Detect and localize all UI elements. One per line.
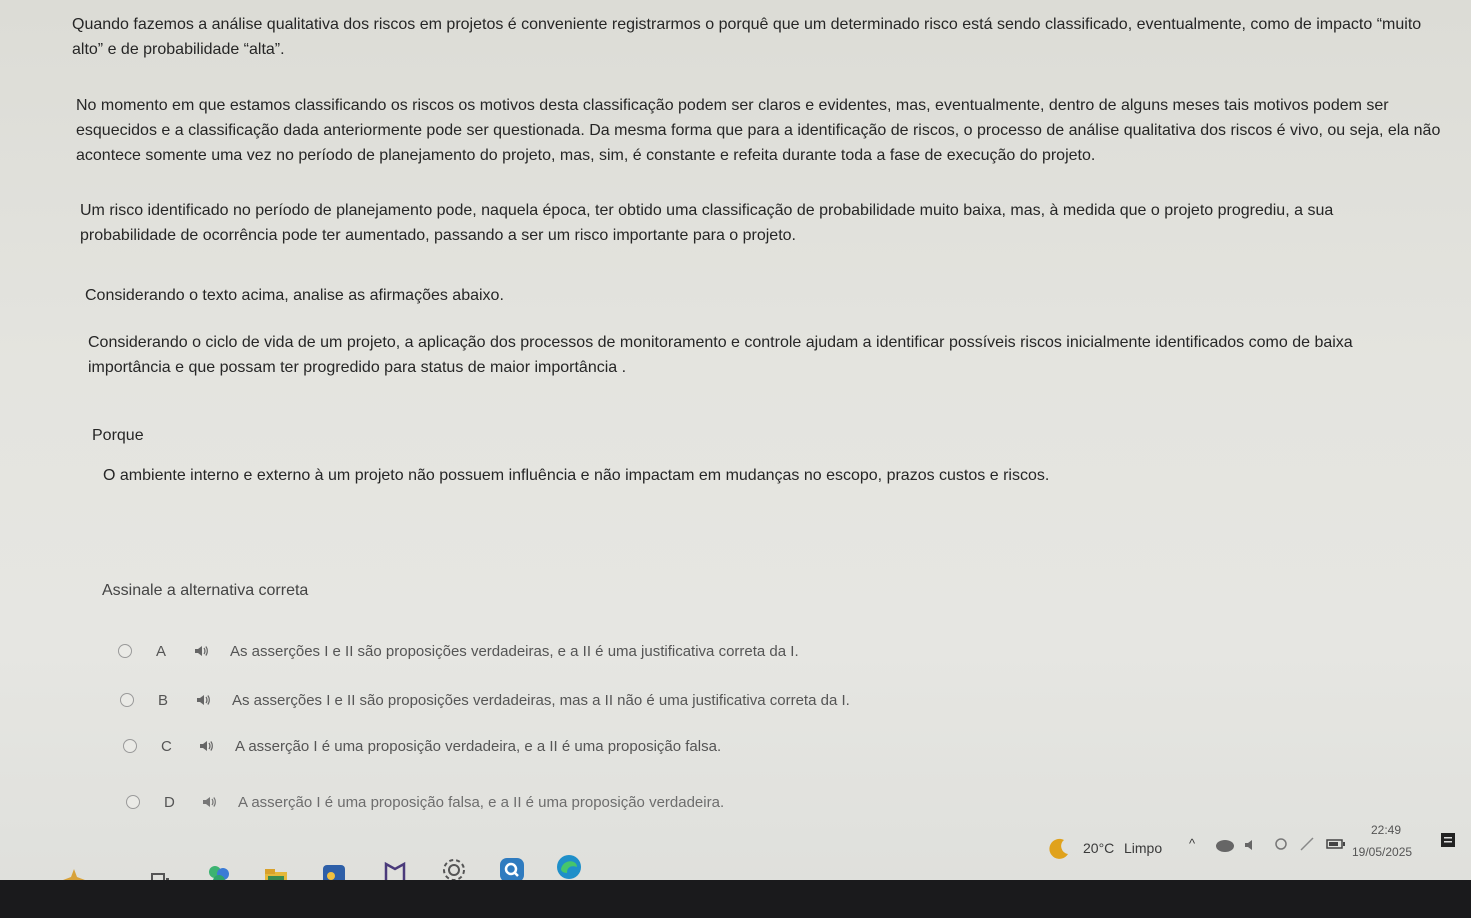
option-letter: C <box>161 737 172 755</box>
connector-porque: Porque <box>92 427 144 444</box>
battery-icon[interactable] <box>1326 838 1346 850</box>
chevron-up-icon[interactable]: ^ <box>1189 836 1195 851</box>
option-text: A asserção I é uma proposição falsa, e a… <box>238 793 725 811</box>
radio-button-c[interactable] <box>123 739 137 753</box>
option-b[interactable]: B As asserções I e II são proposições ve… <box>120 689 850 711</box>
radio-button-d[interactable] <box>126 795 140 809</box>
speaker-icon[interactable] <box>196 693 210 707</box>
option-text: As asserções I e II são proposições verd… <box>230 642 799 660</box>
option-text: A asserção I é uma proposição verdadeira… <box>235 737 722 755</box>
clock-time[interactable]: 22:49 <box>1371 823 1401 837</box>
cloud-icon[interactable] <box>1214 836 1236 854</box>
notification-icon[interactable] <box>1438 830 1460 852</box>
network-icon[interactable] <box>1273 836 1289 854</box>
option-a[interactable]: A As asserções I e II são proposições ve… <box>118 640 799 662</box>
speaker-icon[interactable] <box>194 644 208 658</box>
clock-date[interactable]: 19/05/2025 <box>1352 845 1412 859</box>
weather-description[interactable]: Limpo <box>1124 840 1162 856</box>
radio-button-b[interactable] <box>120 693 134 707</box>
intro-paragraph-1: Quando fazemos a análise qualitativa dos… <box>72 16 1422 58</box>
option-d[interactable]: D A asserção I é uma proposição falsa, e… <box>126 791 724 813</box>
option-letter: D <box>164 793 175 811</box>
instruction-analyze: Considerando o texto acima, analise as a… <box>85 287 504 304</box>
assertion-one: Considerando o ciclo de vida de um proje… <box>88 334 1353 376</box>
instruction-choose: Assinale a alternativa correta <box>102 582 309 599</box>
option-c[interactable]: C A asserção I é uma proposição verdadei… <box>123 735 721 757</box>
speaker-icon[interactable] <box>199 739 213 753</box>
intro-paragraph-2: No momento em que estamos classificando … <box>76 97 1441 164</box>
intro-paragraph-3: Um risco identificado no período de plan… <box>80 202 1334 244</box>
option-letter: B <box>158 691 169 709</box>
option-letter: A <box>156 642 167 660</box>
speaker-icon[interactable] <box>202 795 216 809</box>
radio-button-a[interactable] <box>118 644 132 658</box>
moon-weather-icon <box>1049 838 1068 859</box>
assertion-two: O ambiente interno e externo à um projet… <box>103 467 1050 484</box>
option-text: As asserções I e II são proposições verd… <box>232 691 850 709</box>
volume-icon[interactable] <box>1244 838 1258 852</box>
edge-icon[interactable] <box>555 853 583 881</box>
pen-icon[interactable] <box>1299 836 1317 852</box>
screen-bezel <box>0 880 1471 918</box>
weather-temperature[interactable]: 20°C <box>1083 840 1114 856</box>
